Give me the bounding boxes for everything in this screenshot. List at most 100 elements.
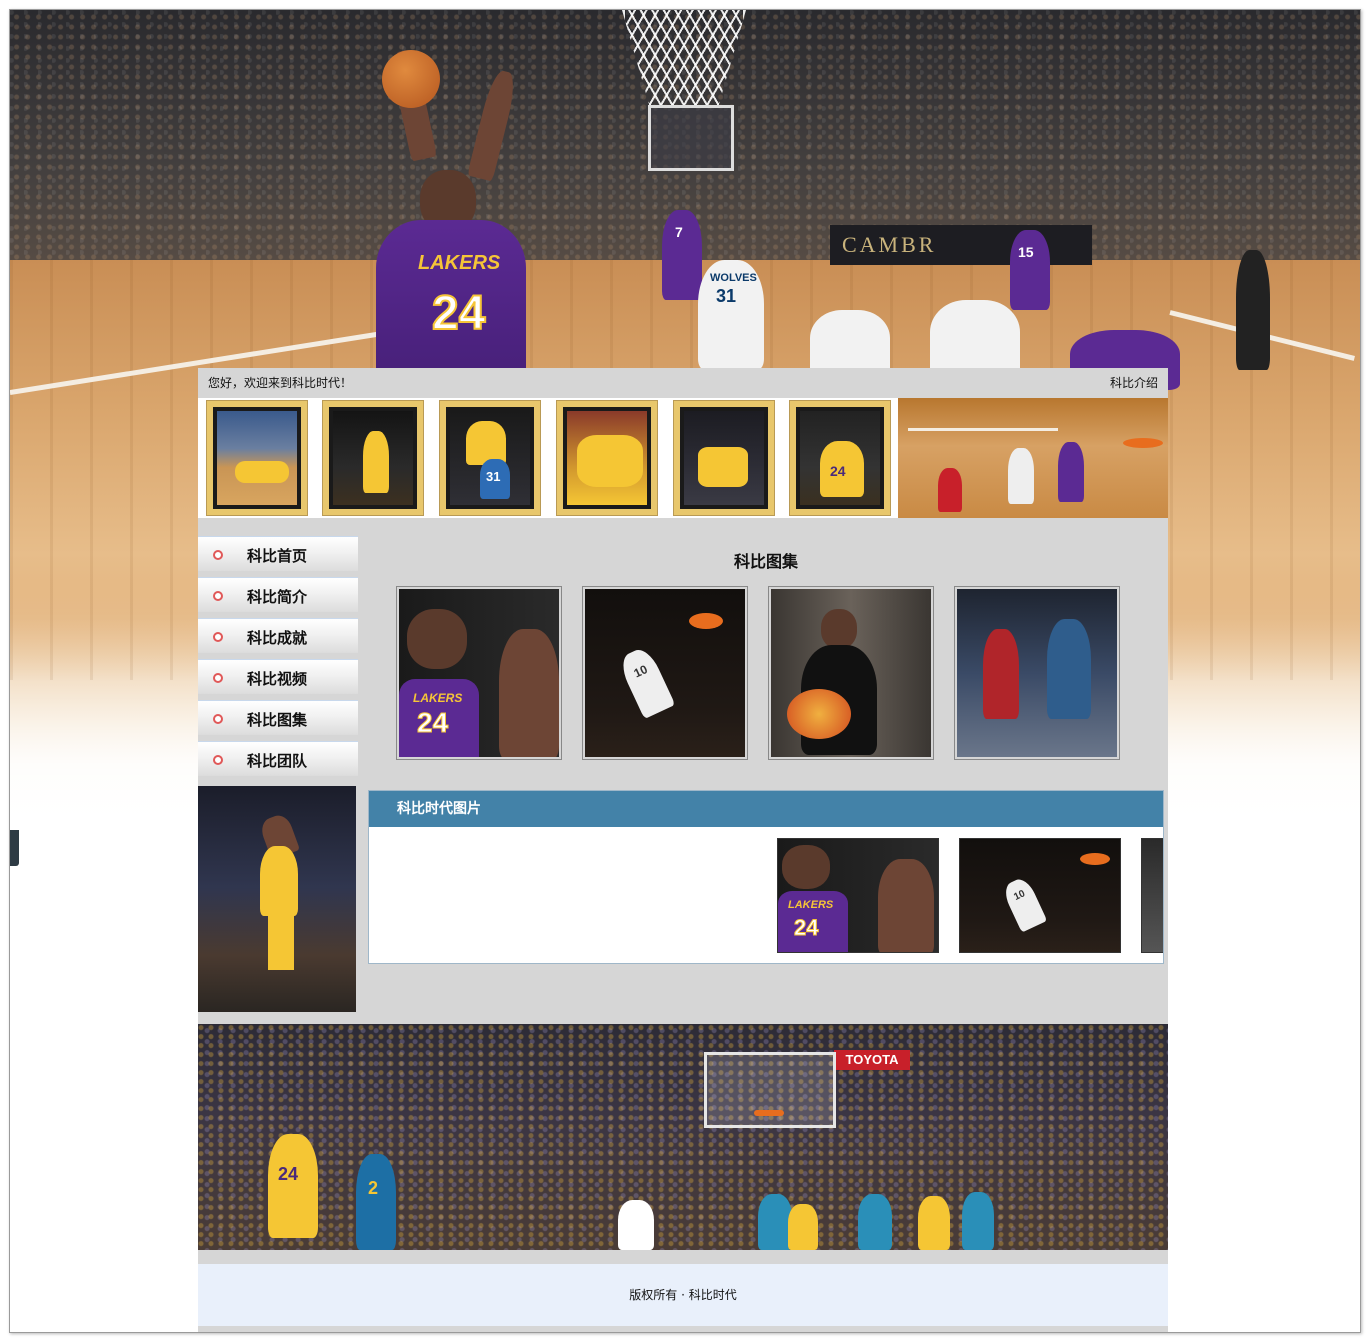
photo-dunker: 10 (616, 644, 676, 720)
strip-player (577, 435, 643, 487)
menu-item-achievements[interactable]: 科比成就 (198, 618, 358, 653)
hero-jersey-number: 24 (431, 286, 486, 341)
banner-kobe-number: 24 (278, 1164, 299, 1184)
basketball-icon (382, 50, 440, 108)
menu-item-label: 科比简介 (247, 588, 308, 606)
era-pictures-panel: 科比时代图片 LAKERS 24 10 (368, 790, 1164, 964)
bullet-icon (213, 714, 223, 724)
sidebar-menu: 科比首页 科比简介 科比成就 科比视频 科比图集 科比团队 (198, 536, 358, 782)
strip-player (1008, 448, 1034, 504)
photo-jersey: LAKERS 24 (399, 679, 479, 757)
strip-player (698, 447, 748, 487)
welcome-text: 您好，欢迎来到科比时代！ (208, 376, 353, 390)
gallery-image-2[interactable]: 10 (582, 586, 748, 760)
banner-player (788, 1204, 818, 1250)
hoop-rim (1123, 438, 1163, 448)
hero-defender-number: 31 (716, 286, 737, 306)
photo-head (821, 609, 857, 649)
strip-thumb-2[interactable] (322, 400, 424, 516)
copyright-text: 版权所有 · 科比时代 (629, 1288, 737, 1302)
photo-kobe-allstar (983, 629, 1019, 719)
gallery-image-1[interactable]: LAKERS 24 (396, 586, 562, 760)
hero-teammate-number: 7 (675, 224, 683, 240)
strip-player (235, 461, 289, 483)
banner-player (962, 1192, 994, 1250)
banner-player (758, 1194, 792, 1250)
photo-howard-allstar (1047, 619, 1091, 719)
hero-kobe-jersey: LAKERS 24 (376, 220, 526, 380)
hero-sponsor-banner: CAMBR (830, 225, 1092, 265)
bullet-icon (213, 550, 223, 560)
menu-item-label: 科比图集 (247, 711, 308, 729)
strip-player (1058, 442, 1084, 502)
photo-opponent (878, 859, 934, 952)
era-image-2[interactable]: 10 (959, 838, 1121, 953)
hero-teammate2-number: 15 (1018, 244, 1034, 260)
footer: 版权所有 · 科比时代 (198, 1264, 1168, 1326)
photo-jersey-number: 10 (631, 662, 650, 681)
menu-item-label: 科比视频 (247, 670, 308, 688)
photo-dunker: 10 (1000, 875, 1048, 933)
sidebar-photo (198, 786, 356, 1012)
strip-player (938, 468, 962, 512)
gallery-image-4[interactable] (954, 586, 1120, 760)
strip-thumb-3[interactable]: 31 (439, 400, 541, 516)
photo-jersey-team: LAKERS (788, 899, 834, 911)
menu-item-gallery[interactable]: 科比图集 (198, 700, 358, 735)
kobe-intro-link[interactable]: 科比介绍 (1110, 368, 1158, 398)
photo-jersey-number: 24 (793, 915, 819, 941)
menu-item-label: 科比成就 (247, 629, 308, 647)
hero-jersey-team: LAKERS (418, 252, 501, 274)
side-photo-kobe-legs (268, 914, 294, 970)
browser-viewport: CAMBR LAKERS 24 7 WOLVES 31 15 您好，欢迎来到科比… (9, 9, 1361, 1333)
era-image-1[interactable]: LAKERS 24 (777, 838, 939, 953)
bullet-icon (213, 632, 223, 642)
photo-jersey-team: LAKERS (413, 691, 463, 705)
strip-player: 31 (480, 459, 510, 499)
strip-jersey-number: 31 (486, 469, 501, 484)
strip-thumb-6[interactable]: 24 (789, 400, 891, 516)
banner-defender-number: 2 (368, 1178, 379, 1198)
side-photo-kobe (260, 846, 298, 916)
banner-defender: 2 (356, 1154, 396, 1250)
strip-thumb-1[interactable] (206, 400, 308, 516)
menu-item-home[interactable]: 科比首页 (198, 536, 358, 571)
menu-item-profile[interactable]: 科比简介 (198, 577, 358, 612)
strip-thumb-4[interactable] (556, 400, 658, 516)
hero-defender: WOLVES 31 (698, 260, 764, 370)
era-image-3-partial[interactable] (1141, 838, 1163, 953)
hero-teammate-2: 15 (1010, 230, 1050, 310)
menu-item-label: 科比首页 (247, 547, 308, 565)
court-line (908, 428, 1058, 431)
strip-jersey-number: 24 (830, 463, 846, 479)
hero-referee (1236, 250, 1270, 370)
page-container: 您好，欢迎来到科比时代！ 科比介绍 31 24 科比首页 科比简介 科比成就 科… (198, 368, 1168, 1332)
hoop-rim (754, 1110, 784, 1116)
strip-wide-photo[interactable] (898, 398, 1168, 518)
banner-backboard (704, 1052, 836, 1128)
gallery-title: 科比图集 (733, 552, 798, 571)
banner-player (858, 1194, 892, 1250)
hero-backboard (648, 105, 734, 171)
strip-player (363, 431, 389, 493)
bottom-banner: TOYOTA 24 2 (198, 1024, 1168, 1250)
banner-kobe: 24 (268, 1134, 318, 1238)
strip-thumb-5[interactable] (673, 400, 775, 516)
photo-opponent (499, 629, 559, 757)
photo-head (407, 609, 467, 669)
top-bar: 您好，欢迎来到科比时代！ 科比介绍 (198, 368, 1168, 398)
menu-item-label: 科比团队 (247, 752, 308, 770)
era-panel-header: 科比时代图片 (369, 791, 1163, 827)
era-panel-title: 科比时代图片 (397, 801, 481, 817)
photo-jersey: LAKERS 24 (778, 891, 848, 952)
gallery-image-3[interactable] (768, 586, 934, 760)
strip-player: 24 (820, 441, 864, 497)
photo-jersey-number: 10 (1012, 888, 1027, 903)
hoop-rim (1080, 853, 1110, 865)
menu-item-videos[interactable]: 科比视频 (198, 659, 358, 694)
banner-referee (618, 1200, 654, 1250)
bullet-icon (213, 591, 223, 601)
sponsor-sign: TOYOTA (834, 1050, 910, 1070)
menu-item-team[interactable]: 科比团队 (198, 741, 358, 776)
hero-teammate: 7 (662, 210, 702, 300)
